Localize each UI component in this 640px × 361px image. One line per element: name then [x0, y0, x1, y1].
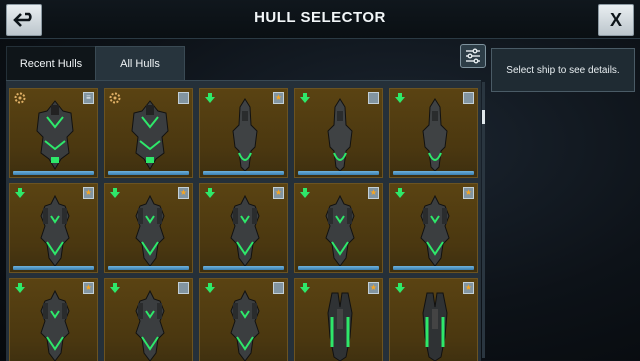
ship-hull-icon — [120, 192, 180, 268]
ship-hull-icon — [215, 97, 275, 173]
ship-hull-icon — [25, 287, 85, 361]
ship-hull-icon — [310, 97, 370, 173]
hull-card[interactable]: ★ — [294, 183, 383, 273]
scrollbar-thumb[interactable] — [482, 110, 485, 124]
hull-card[interactable] — [199, 278, 288, 361]
hull-card[interactable] — [104, 88, 193, 178]
ship-hull-icon — [310, 192, 370, 268]
ship-hull-icon — [120, 287, 180, 361]
hull-status-bar — [298, 266, 379, 270]
hull-status-bar — [393, 171, 474, 175]
ship-hull-icon — [405, 192, 465, 268]
tab-all-hulls[interactable]: All Hulls — [95, 46, 185, 80]
ship-hull-icon — [405, 287, 465, 361]
filter-button[interactable] — [460, 44, 486, 68]
hull-card[interactable]: ★ — [389, 183, 478, 273]
hull-card[interactable] — [294, 88, 383, 178]
hull-status-bar — [298, 171, 379, 175]
top-bar: HULL SELECTOR X — [0, 0, 640, 39]
hull-status-bar — [203, 171, 284, 175]
sliders-icon — [466, 48, 480, 64]
hull-card[interactable]: ★ — [9, 278, 98, 361]
ship-hull-icon — [405, 97, 465, 173]
hull-status-bar — [203, 266, 284, 270]
hull-status-bar — [13, 171, 94, 175]
hull-grid: ≡ ★ ★ ★ ★ ★ ★ ★ ★ ★ — [6, 80, 481, 361]
hull-card[interactable] — [104, 278, 193, 361]
tab-recent-hulls[interactable]: Recent Hulls — [6, 46, 96, 80]
hull-status-bar — [393, 266, 474, 270]
hull-card[interactable]: ★ — [9, 183, 98, 273]
close-button[interactable]: X — [598, 4, 634, 36]
ship-hull-icon — [120, 97, 180, 173]
hull-card[interactable]: ★ — [104, 183, 193, 273]
hull-card[interactable] — [389, 88, 478, 178]
hull-card[interactable]: ★ — [294, 278, 383, 361]
hull-card[interactable]: ★ — [199, 183, 288, 273]
page-title: HULL SELECTOR — [254, 9, 386, 26]
ship-hull-icon — [310, 287, 370, 361]
ship-hull-icon — [215, 192, 275, 268]
hull-status-bar — [13, 266, 94, 270]
hull-card[interactable]: ★ — [389, 278, 478, 361]
ship-hull-icon — [215, 287, 275, 361]
ship-hull-icon — [25, 192, 85, 268]
hull-status-bar — [108, 171, 189, 175]
details-panel: Select ship to see details. — [491, 48, 635, 92]
ship-hull-icon — [25, 97, 85, 173]
details-text: Select ship to see details. — [506, 64, 620, 76]
hull-card[interactable]: ≡ — [9, 88, 98, 178]
hull-card[interactable]: ★ — [199, 88, 288, 178]
hull-status-bar — [108, 266, 189, 270]
